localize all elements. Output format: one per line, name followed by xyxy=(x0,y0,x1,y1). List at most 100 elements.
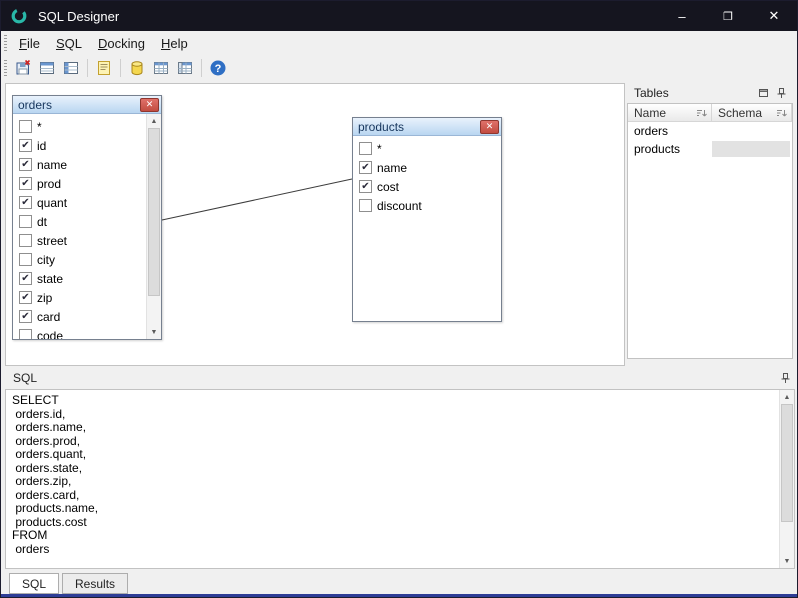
table-close-button[interactable]: ✕ xyxy=(480,120,499,134)
table-row-products[interactable]: products xyxy=(628,140,792,158)
sql-text[interactable]: SELECT orders.id, orders.name, orders.pr… xyxy=(12,394,776,568)
toolbar-separator xyxy=(120,59,121,77)
tables-panel: Tables Name xyxy=(627,83,793,359)
window-controls: – ❐ ✕ xyxy=(659,1,797,31)
column-row[interactable]: name xyxy=(353,158,501,177)
column-row[interactable]: cost xyxy=(353,177,501,196)
column-row[interactable]: id xyxy=(13,136,161,155)
scroll-thumb[interactable] xyxy=(148,128,160,296)
column-row[interactable]: code xyxy=(13,326,161,339)
menubar-grip[interactable] xyxy=(4,35,7,51)
save-button[interactable] xyxy=(11,56,35,80)
table-window-products-titlebar[interactable]: products ✕ xyxy=(353,118,501,136)
scroll-up-icon[interactable] xyxy=(147,114,161,128)
column-checkbox[interactable] xyxy=(359,142,372,155)
column-checkbox[interactable] xyxy=(19,291,32,304)
column-row[interactable]: discount xyxy=(353,196,501,215)
designer-canvas[interactable]: orders ✕ * id name prod xyxy=(5,83,625,366)
app-logo-icon xyxy=(10,7,28,25)
table-close-button[interactable]: ✕ xyxy=(140,98,159,112)
column-name: zip xyxy=(37,291,52,305)
window-bottom-border xyxy=(1,594,797,597)
minimize-button[interactable]: – xyxy=(659,1,705,31)
column-checkbox[interactable] xyxy=(19,196,32,209)
database-button[interactable] xyxy=(125,56,149,80)
grid-view-button[interactable] xyxy=(173,56,197,80)
svg-text:?: ? xyxy=(215,63,222,75)
column-row[interactable]: name xyxy=(13,155,161,174)
table-name-cell: orders xyxy=(628,124,712,138)
table-window-products[interactable]: products ✕ * name cost discount xyxy=(352,117,502,322)
table-schema-cell xyxy=(712,141,790,157)
table-columns-list: * id name prod quant xyxy=(13,114,161,339)
column-checkbox[interactable] xyxy=(19,253,32,266)
table-view-icon xyxy=(152,59,170,77)
sql-editor[interactable]: SELECT orders.id, orders.name, orders.pr… xyxy=(5,389,795,569)
column-row[interactable]: dt xyxy=(13,212,161,231)
menu-sql[interactable]: SQL xyxy=(48,33,90,54)
menu-help[interactable]: Help xyxy=(153,33,196,54)
column-checkbox[interactable] xyxy=(359,199,372,212)
menu-file[interactable]: File xyxy=(11,33,48,54)
column-row[interactable]: * xyxy=(353,139,501,158)
column-checkbox[interactable] xyxy=(359,161,372,174)
sql-scrollbar[interactable] xyxy=(779,390,794,568)
scroll-down-icon[interactable] xyxy=(780,554,794,568)
menubar: File SQL Docking Help xyxy=(1,31,797,55)
help-icon: ? xyxy=(209,59,227,77)
orders-scrollbar[interactable] xyxy=(146,114,161,339)
sort-icon xyxy=(776,108,787,118)
pin-icon[interactable] xyxy=(776,87,787,99)
scroll-thumb[interactable] xyxy=(781,404,793,522)
table-row-orders[interactable]: orders xyxy=(628,122,792,140)
table-view-button[interactable] xyxy=(149,56,173,80)
column-row[interactable]: card xyxy=(13,307,161,326)
close-button[interactable]: ✕ xyxy=(751,1,797,31)
table-window-orders[interactable]: orders ✕ * id name prod xyxy=(12,95,162,340)
name-column-header[interactable]: Name xyxy=(628,104,712,121)
grid-view-icon xyxy=(176,59,194,77)
sql-panel-header: SQL xyxy=(5,367,795,389)
schema-column-header[interactable]: Schema xyxy=(712,104,792,121)
toolbar: ? xyxy=(1,55,797,81)
column-name: id xyxy=(37,139,46,153)
column-row[interactable]: zip xyxy=(13,288,161,307)
column-name: city xyxy=(37,253,55,267)
column-checkbox[interactable] xyxy=(19,272,32,285)
column-row[interactable]: quant xyxy=(13,193,161,212)
scroll-up-icon[interactable] xyxy=(780,390,794,404)
column-checkbox[interactable] xyxy=(19,234,32,247)
column-checkbox[interactable] xyxy=(19,139,32,152)
table-columns-button[interactable] xyxy=(59,56,83,80)
column-name: dt xyxy=(37,215,47,229)
float-window-icon[interactable] xyxy=(758,88,769,98)
add-table-button[interactable] xyxy=(35,56,59,80)
column-checkbox[interactable] xyxy=(19,329,32,339)
column-checkbox[interactable] xyxy=(19,120,32,133)
column-row[interactable]: prod xyxy=(13,174,161,193)
add-table-icon xyxy=(38,59,56,77)
column-name: * xyxy=(37,120,42,134)
script-button[interactable] xyxy=(92,56,116,80)
tables-panel-header: Tables xyxy=(627,83,793,103)
table-window-orders-titlebar[interactable]: orders ✕ xyxy=(13,96,161,114)
tab-sql[interactable]: SQL xyxy=(9,573,59,594)
tab-results[interactable]: Results xyxy=(62,573,128,594)
column-checkbox[interactable] xyxy=(19,158,32,171)
scroll-down-icon[interactable] xyxy=(147,325,161,339)
column-checkbox[interactable] xyxy=(19,215,32,228)
column-row[interactable]: city xyxy=(13,250,161,269)
pin-icon[interactable] xyxy=(780,372,791,384)
maximize-button[interactable]: ❐ xyxy=(705,1,751,31)
menu-docking[interactable]: Docking xyxy=(90,33,153,54)
column-row[interactable]: state xyxy=(13,269,161,288)
help-button[interactable]: ? xyxy=(206,56,230,80)
column-checkbox[interactable] xyxy=(359,180,372,193)
column-name: * xyxy=(377,142,382,156)
column-checkbox[interactable] xyxy=(19,177,32,190)
column-row[interactable]: street xyxy=(13,231,161,250)
table-name-cell: products xyxy=(628,142,712,156)
toolbar-grip[interactable] xyxy=(4,60,7,76)
column-checkbox[interactable] xyxy=(19,310,32,323)
column-row[interactable]: * xyxy=(13,117,161,136)
